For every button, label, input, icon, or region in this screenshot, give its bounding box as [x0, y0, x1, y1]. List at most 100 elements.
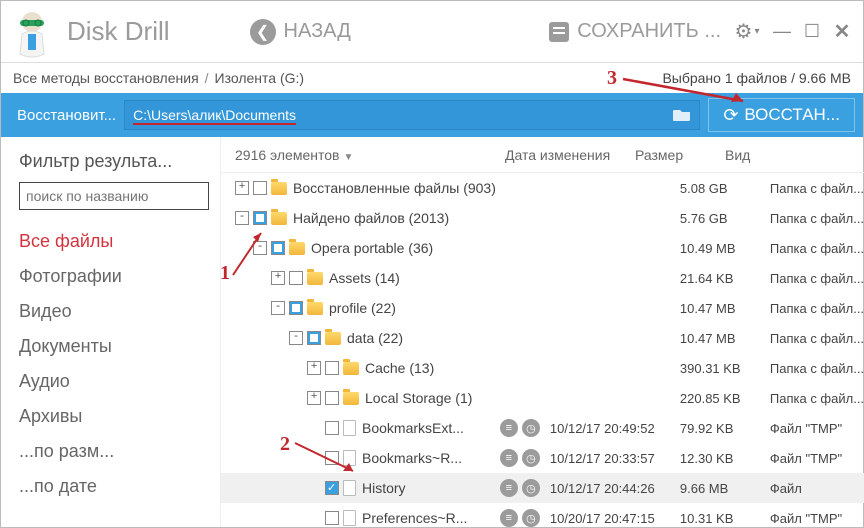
- close-button[interactable]: ✕: [827, 17, 857, 47]
- browse-folder-icon[interactable]: [673, 107, 691, 124]
- col-type[interactable]: Вид: [725, 147, 864, 163]
- row-checkbox[interactable]: [325, 451, 339, 465]
- sidebar-item[interactable]: Видео: [19, 294, 208, 329]
- minimize-button[interactable]: —: [767, 17, 797, 47]
- row-date: 10/12/17 20:33:57: [550, 451, 680, 466]
- preview-button[interactable]: ≡: [500, 419, 518, 437]
- row-checkbox[interactable]: [325, 481, 339, 495]
- file-icon: [343, 480, 356, 496]
- row-size: 5.08 GB: [680, 181, 770, 196]
- folder-icon: [307, 272, 323, 285]
- folder-row[interactable]: +Cache (13)390.31 KBПапка с файл...: [221, 353, 864, 383]
- recover-button[interactable]: ⟳ ВОССТАН...: [708, 98, 855, 132]
- folder-row[interactable]: -profile (22)10.47 MBПапка с файл...: [221, 293, 864, 323]
- row-name: Восстановленные файлы (903): [293, 180, 496, 196]
- col-date[interactable]: Дата изменения: [505, 147, 635, 163]
- sidebar-header: Фильтр результа...: [19, 151, 208, 172]
- expand-toggle[interactable]: -: [289, 331, 303, 345]
- expand-toggle[interactable]: -: [235, 211, 249, 225]
- expand-toggle[interactable]: +: [307, 361, 321, 375]
- folder-row[interactable]: +Local Storage (1)220.85 KBПапка с файл.…: [221, 383, 864, 413]
- row-checkbox[interactable]: [325, 361, 339, 375]
- row-date: 10/12/17 20:49:52: [550, 421, 680, 436]
- row-checkbox[interactable]: [289, 271, 303, 285]
- expand-toggle[interactable]: +: [235, 181, 249, 195]
- expand-toggle[interactable]: -: [271, 301, 285, 315]
- folder-row[interactable]: + Восстановленные файлы (903) 5.08 GBПапка…: [221, 173, 864, 203]
- row-type: Файл "TMP": [770, 421, 864, 436]
- preview-button[interactable]: ≡: [500, 509, 518, 527]
- sidebar-item[interactable]: ...по разм...: [19, 434, 208, 469]
- breadcrumb-root[interactable]: Все методы восстановления: [13, 70, 199, 86]
- back-label: НАЗАД: [284, 20, 351, 43]
- row-name: History: [362, 480, 406, 496]
- recover-path-input[interactable]: C:\Users\алик\Documents: [124, 100, 700, 130]
- sidebar-item[interactable]: Фотографии: [19, 259, 208, 294]
- row-name: Preferences~R...: [362, 510, 467, 526]
- app-logo: [1, 1, 63, 63]
- folder-icon: [271, 182, 287, 195]
- save-button[interactable]: СОХРАНИТЬ ...: [549, 20, 721, 43]
- row-size: 10.31 KB: [680, 511, 770, 526]
- version-button[interactable]: ◷: [522, 479, 540, 497]
- row-checkbox[interactable]: [325, 421, 339, 435]
- row-name: Найдено файлов (2013): [293, 210, 449, 226]
- file-row[interactable]: History≡◷10/12/17 20:44:269.66 MBФайл: [221, 473, 864, 503]
- row-checkbox[interactable]: [325, 511, 339, 525]
- row-checkbox[interactable]: [325, 391, 339, 405]
- preview-button[interactable]: ≡: [500, 449, 518, 467]
- folder-icon: [343, 392, 359, 405]
- sidebar-item[interactable]: Аудио: [19, 364, 208, 399]
- sidebar-item[interactable]: Документы: [19, 329, 208, 364]
- folder-row[interactable]: -data (22)10.47 MBПапка с файл...: [221, 323, 864, 353]
- expand-toggle[interactable]: +: [271, 271, 285, 285]
- row-checkbox[interactable]: [253, 211, 267, 225]
- row-type: Папка с файл...: [770, 241, 864, 256]
- row-size: 220.85 KB: [680, 391, 770, 406]
- sidebar-item[interactable]: Архивы: [19, 399, 208, 434]
- file-row[interactable]: BookmarksExt...≡◷10/12/17 20:49:5279.92 …: [221, 413, 864, 443]
- search-input[interactable]: [19, 182, 209, 210]
- sidebar-item[interactable]: ...по дате: [19, 469, 208, 504]
- sort-indicator-icon[interactable]: ▼: [343, 152, 353, 163]
- row-size: 10.47 MB: [680, 331, 770, 346]
- version-button[interactable]: ◷: [522, 419, 540, 437]
- file-icon: [343, 450, 356, 466]
- row-size: 390.31 KB: [680, 361, 770, 376]
- expand-toggle: [307, 511, 321, 525]
- folder-row[interactable]: -Opera portable (36)10.49 MBПапка с файл…: [221, 233, 864, 263]
- version-button[interactable]: ◷: [522, 509, 540, 527]
- row-date: 10/20/17 20:47:15: [550, 511, 680, 526]
- row-type: Папка с файл...: [770, 181, 864, 196]
- sidebar: Фильтр результа... Все файлыФотографииВи…: [1, 137, 221, 527]
- expand-toggle[interactable]: +: [307, 391, 321, 405]
- folder-icon: [289, 242, 305, 255]
- file-icon: [343, 420, 356, 436]
- row-size: 79.92 KB: [680, 421, 770, 436]
- file-row[interactable]: Bookmarks~R...≡◷10/12/17 20:33:5712.30 K…: [221, 443, 864, 473]
- back-button[interactable]: ❮ НАЗАД: [250, 19, 351, 45]
- sidebar-item[interactable]: Все файлы: [19, 224, 208, 259]
- folder-row[interactable]: +Assets (14)21.64 KBПапка с файл...: [221, 263, 864, 293]
- row-size: 9.66 MB: [680, 481, 770, 496]
- row-type: Файл: [770, 481, 864, 496]
- row-checkbox[interactable]: [253, 181, 267, 195]
- file-row[interactable]: Preferences~R... ≡◷ 10/20/17 20:47:1510.31…: [221, 503, 864, 527]
- expand-toggle[interactable]: -: [253, 241, 267, 255]
- col-size[interactable]: Размер: [635, 147, 725, 163]
- preview-button[interactable]: ≡: [500, 479, 518, 497]
- list-icon: [549, 22, 569, 42]
- row-checkbox[interactable]: [307, 331, 321, 345]
- app-title: Disk Drill: [67, 16, 170, 47]
- row-checkbox[interactable]: [289, 301, 303, 315]
- row-name: Bookmarks~R...: [362, 450, 462, 466]
- breadcrumb: Все методы восстановления / Изолента (G:…: [1, 63, 863, 93]
- folder-row[interactable]: -Найдено файлов (2013)5.76 GBПапка с фай…: [221, 203, 864, 233]
- maximize-button[interactable]: ☐: [797, 17, 827, 47]
- settings-button[interactable]: ⚙▾: [735, 20, 759, 44]
- expand-toggle: [307, 421, 321, 435]
- version-button[interactable]: ◷: [522, 449, 540, 467]
- row-checkbox[interactable]: [271, 241, 285, 255]
- row-type: Файл "TMP": [770, 451, 864, 466]
- row-type: Папка с файл...: [770, 331, 864, 346]
